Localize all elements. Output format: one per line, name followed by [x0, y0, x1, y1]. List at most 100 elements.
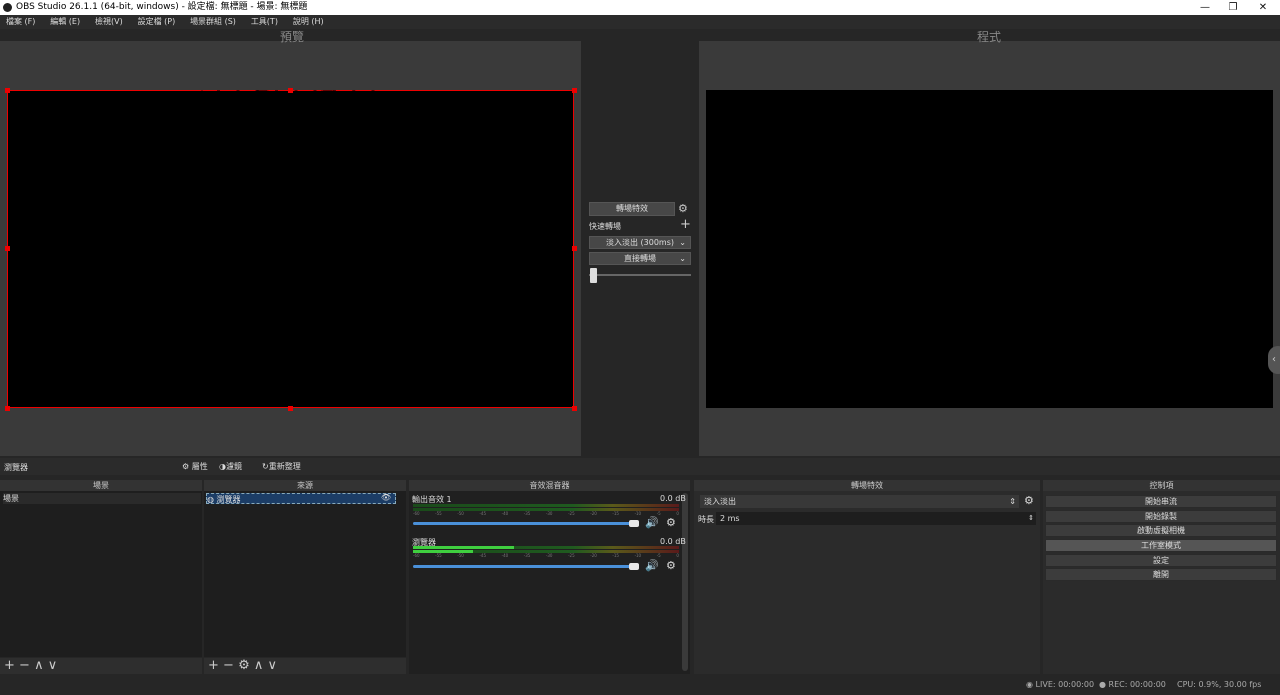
channel-1-db: 0.0 dB: [660, 494, 686, 503]
studio-mode-button[interactable]: 工作室模式: [1045, 539, 1277, 552]
speaker-icon[interactable]: 🔊: [645, 559, 659, 572]
transition-slider-track: [589, 274, 691, 276]
menu-view[interactable]: 檢視(V): [95, 17, 123, 26]
quick-transition-label: 快速轉場: [589, 222, 621, 231]
scene-item[interactable]: 場景: [3, 493, 201, 504]
minimize-button[interactable]: —: [1190, 0, 1220, 15]
scenes-dock-title: 場景: [0, 480, 202, 491]
rec-status: ● REC: 00:00:00: [1099, 680, 1166, 689]
move-down-icon[interactable]: ∨: [48, 658, 58, 673]
add-icon[interactable]: +: [680, 217, 691, 232]
source-item-browser[interactable]: ◍ 瀏覽器 👁: [206, 493, 396, 504]
channel-2-volume-slider[interactable]: [413, 565, 635, 568]
filters-label: 濾鏡: [225, 462, 242, 471]
start-streaming-button[interactable]: 開始串流: [1045, 495, 1277, 508]
settings-button[interactable]: 設定: [1045, 554, 1277, 567]
spinner-icon[interactable]: ⇕: [1028, 512, 1034, 525]
mixer-scrollbar[interactable]: [682, 493, 688, 671]
transition-slider-handle[interactable]: [590, 268, 597, 283]
controls-dock-title: 控制項: [1043, 480, 1280, 491]
fade-transition-button[interactable]: 淡入淡出 (300ms) ⌄: [589, 236, 691, 249]
properties-label: 屬性: [191, 462, 208, 471]
chevron-down-icon: ⌄: [679, 254, 686, 263]
channel-2-ticks: -60 -55 -50 -45 -40 -35 -30 -25 -20 -15 -10 -5 0: [413, 553, 679, 558]
refresh-icon: ↻: [262, 462, 269, 471]
channel-1-volume-knob[interactable]: [629, 520, 639, 527]
add-source-icon[interactable]: +: [208, 658, 219, 673]
duration-input[interactable]: 2 ms ⇕: [716, 512, 1036, 525]
channel-1-volume-slider[interactable]: [413, 522, 635, 525]
start-virtual-camera-button[interactable]: 啟動虛擬相機: [1045, 524, 1277, 537]
move-up-icon[interactable]: ∧: [254, 658, 264, 673]
resize-handle-b[interactable]: [288, 406, 293, 411]
gear-icon[interactable]: ⚙: [1024, 494, 1034, 507]
title-bar: OBS Studio 26.1.1 (64-bit, windows) - 設定…: [0, 0, 1280, 15]
speaker-icon[interactable]: 🔊: [645, 516, 659, 529]
scenes-toolbar: + − ∧ ∨: [0, 658, 202, 674]
gear-icon[interactable]: ⚙: [666, 516, 676, 529]
channel-2-volume-knob[interactable]: [629, 563, 639, 570]
menu-edit[interactable]: 編輯 (E): [50, 17, 80, 26]
channel-2-meter-level: [413, 546, 514, 549]
remove-scene-icon[interactable]: −: [19, 658, 30, 673]
globe-icon: ◍: [207, 495, 214, 504]
mixer-dock-title: 音效混音器: [409, 480, 690, 491]
duration-value: 2 ms: [720, 514, 740, 523]
gear-icon[interactable]: ⚙: [666, 559, 676, 572]
resize-handle-r[interactable]: [572, 246, 577, 251]
scenes-list[interactable]: [0, 491, 202, 657]
filters-button[interactable]: ◑濾鏡: [219, 461, 242, 472]
live-status: ◉ LIVE: 00:00:00: [1026, 680, 1094, 689]
menu-scene-collection[interactable]: 場景群組 (S): [190, 17, 236, 26]
properties-button[interactable]: ⚙ 屬性: [182, 461, 208, 472]
source-item-label: 瀏覽器: [216, 495, 241, 504]
sources-dock-title: 來源: [204, 480, 406, 491]
refresh-button[interactable]: ↻重新整理: [262, 461, 301, 472]
filter-icon: ◑: [219, 462, 226, 471]
resize-handle-bl[interactable]: [5, 406, 10, 411]
cut-transition-button[interactable]: 直接轉場 ⌄: [589, 252, 691, 265]
resize-handle-tr[interactable]: [572, 88, 577, 93]
exit-button[interactable]: 離開: [1045, 568, 1277, 581]
transition-select[interactable]: 淡入淡出 ⇕: [700, 495, 1019, 508]
gear-icon[interactable]: ⚙: [678, 202, 690, 215]
resize-handle-l[interactable]: [5, 246, 10, 251]
resize-handle-t[interactable]: [288, 88, 293, 93]
cpu-status: CPU: 0.9%, 30.00 fps: [1177, 680, 1262, 689]
cut-transition-label: 直接轉場: [624, 254, 656, 263]
rec-icon: ●: [1099, 680, 1106, 689]
fade-transition-label: 淡入淡出 (300ms): [605, 238, 674, 247]
remove-source-icon[interactable]: −: [223, 658, 234, 673]
visibility-eye-icon[interactable]: 👁: [381, 493, 391, 502]
preview-label: 預覽: [280, 30, 305, 44]
preview-browser-image: [201, 90, 381, 407]
menu-profile[interactable]: 設定檔 (P): [138, 17, 176, 26]
window-title: OBS Studio 26.1.1 (64-bit, windows) - 設定…: [16, 2, 308, 12]
move-up-icon[interactable]: ∧: [34, 658, 44, 673]
menu-bar: 檔案 (F) 編輯 (E) 檢視(V) 設定檔 (P) 場景群組 (S) 工具(…: [0, 15, 1280, 29]
restore-button[interactable]: ❐: [1218, 0, 1248, 15]
live-time: LIVE: 00:00:00: [1035, 680, 1095, 689]
sources-toolbar: + − ⚙ ∧ ∨: [204, 658, 406, 674]
start-recording-button[interactable]: 開始錄製: [1045, 510, 1277, 523]
gear-icon[interactable]: ⚙: [238, 658, 250, 673]
menu-file[interactable]: 檔案 (F): [6, 17, 35, 26]
move-down-icon[interactable]: ∨: [268, 658, 278, 673]
add-scene-icon[interactable]: +: [4, 658, 15, 673]
resize-handle-br[interactable]: [572, 406, 577, 411]
menu-tools[interactable]: 工具(T): [251, 17, 278, 26]
rec-time: REC: 00:00:00: [1108, 680, 1166, 689]
close-button[interactable]: ✕: [1248, 0, 1278, 15]
collapse-arrow-icon[interactable]: ‹: [1268, 346, 1280, 374]
program-label: 程式: [977, 30, 1002, 44]
duration-label: 時長: [698, 515, 714, 524]
transition-button[interactable]: 轉場特效: [589, 202, 675, 216]
program-browser-image: [900, 90, 1079, 407]
transitions-dock-title: 轉場特效: [694, 480, 1040, 491]
menu-help[interactable]: 說明 (H): [293, 17, 324, 26]
resize-handle-tl[interactable]: [5, 88, 10, 93]
refresh-label: 重新整理: [268, 462, 301, 471]
sources-list[interactable]: [204, 491, 406, 657]
channel-1-ticks: -60 -55 -50 -45 -40 -35 -30 -25 -20 -15 -10 -5 0: [413, 511, 679, 516]
live-icon: ◉: [1026, 680, 1033, 689]
